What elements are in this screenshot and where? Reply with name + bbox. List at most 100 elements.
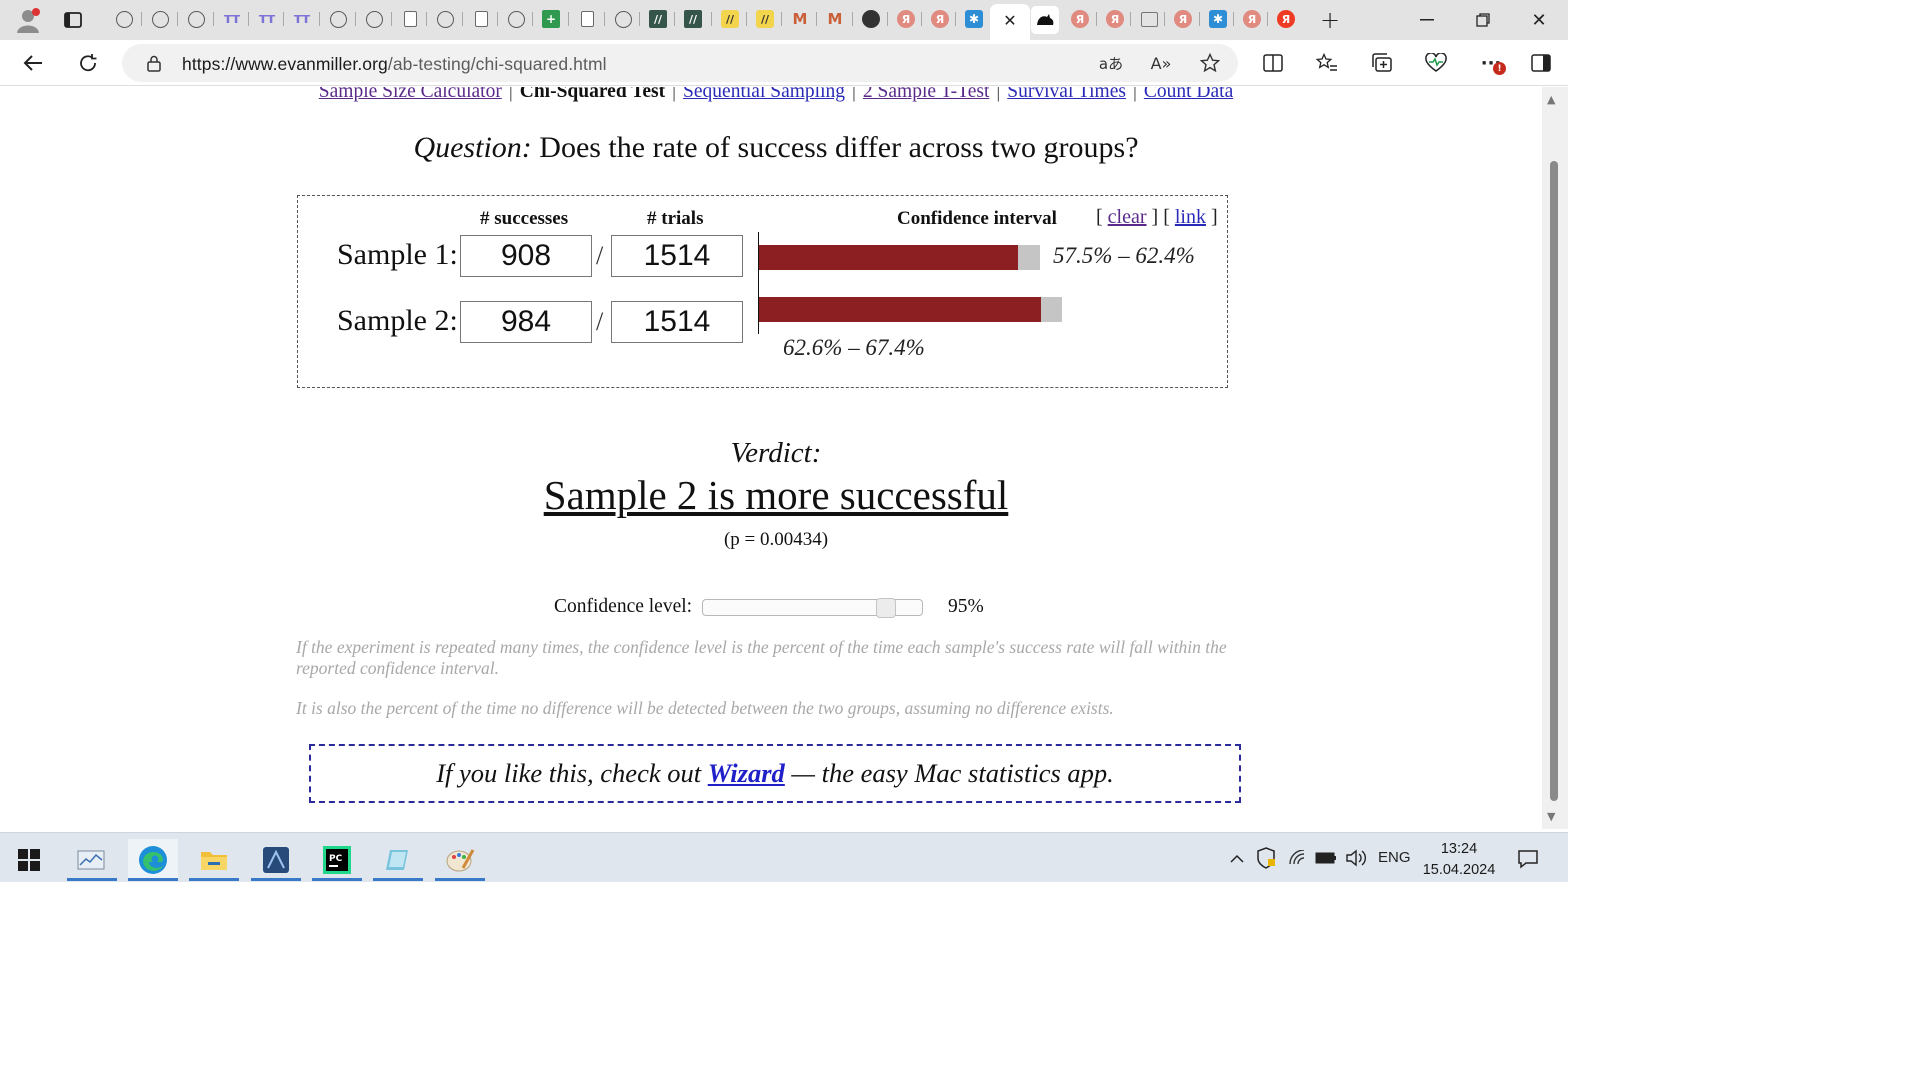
nav-2-sample-t-test[interactable]: 2 Sample T-Test: [863, 87, 989, 102]
slider-handle[interactable]: [876, 598, 896, 618]
tab-purple-3[interactable]: ᴛᴛ: [283, 6, 315, 32]
tab-openai-6[interactable]: [426, 6, 458, 32]
running-indicator: [189, 878, 239, 881]
nav-survival-times[interactable]: Survival Times: [1007, 87, 1126, 102]
notification-center-button[interactable]: [1510, 845, 1546, 873]
tab-openai-5[interactable]: [355, 6, 387, 32]
battery-tray-button[interactable]: [1314, 847, 1338, 869]
close-tab-button[interactable]: ✕: [1000, 10, 1020, 30]
sample-2-successes-input[interactable]: 984: [460, 301, 592, 343]
tab-openai-2[interactable]: [141, 6, 173, 32]
minimize-button[interactable]: [1410, 8, 1444, 32]
vertical-scrollbar[interactable]: ▲ ▼: [1542, 87, 1568, 829]
show-hidden-icons-button[interactable]: [1226, 847, 1248, 869]
collections-button[interactable]: [1368, 50, 1396, 76]
nav-sequential-sampling[interactable]: Sequential Sampling: [683, 87, 845, 102]
scroll-up-arrow-icon[interactable]: ▲: [1547, 93, 1555, 106]
volume-tray-button[interactable]: [1344, 847, 1368, 869]
tab-yellow-2[interactable]: //: [746, 6, 778, 32]
tab-dark-2[interactable]: //: [674, 6, 706, 32]
confidence-level-slider[interactable]: [702, 598, 923, 618]
nav-sample-size[interactable]: Sample Size Calculator: [319, 87, 502, 102]
tab-doc-2[interactable]: [462, 6, 494, 32]
profile-avatar[interactable]: [14, 6, 42, 34]
lock-icon[interactable]: [144, 53, 164, 73]
close-window-button[interactable]: ✕: [1522, 8, 1556, 32]
performance-button[interactable]: [1422, 50, 1450, 76]
translate-icon: aあ: [1098, 54, 1124, 73]
sample-1-slash: /: [596, 241, 604, 270]
tab-yandex-1[interactable]: Я: [887, 6, 919, 32]
tab-purple-2[interactable]: ᴛᴛ: [248, 6, 280, 32]
back-button[interactable]: [18, 49, 48, 77]
ci-actions: [ clear ] [ link ]: [1096, 206, 1218, 229]
wifi-tray-button[interactable]: [1286, 847, 1310, 869]
restore-button[interactable]: [1466, 8, 1500, 32]
calculator-panel: # successes # trials Confidence interval…: [297, 195, 1228, 388]
tab-doc-3[interactable]: [568, 6, 600, 32]
split-screen-button[interactable]: [1259, 50, 1287, 76]
scrollbar-thumb[interactable]: [1550, 161, 1558, 801]
taskbar-clock[interactable]: 13:24 15.04.2024: [1404, 839, 1514, 881]
sample-1-successes-input[interactable]: 908: [460, 235, 592, 277]
successes-header: # successes: [480, 208, 569, 229]
tab-yandex-3[interactable]: Я: [1067, 6, 1093, 32]
new-tab-button[interactable]: +: [1316, 6, 1344, 34]
refresh-button[interactable]: [73, 49, 103, 77]
tab-purple-1[interactable]: ᴛᴛ: [213, 6, 245, 32]
sample-2-trials-input[interactable]: 1514: [611, 301, 743, 343]
tab-mail-2[interactable]: M: [816, 6, 848, 32]
tab-current-favicon[interactable]: [1031, 6, 1059, 34]
nav-separator: |: [996, 87, 1001, 102]
top-navigation: Sample Size Calculator | Chi-Squared Test |…: [6, 87, 1538, 103]
tab-doc-1[interactable]: [391, 6, 423, 32]
tab-yandex-4[interactable]: Я: [1096, 6, 1128, 32]
taskbar-file-explorer[interactable]: [189, 839, 239, 881]
start-button[interactable]: [4, 839, 54, 881]
settings-menu-button[interactable]: ··· !: [1476, 50, 1506, 76]
favorites-button[interactable]: [1313, 50, 1341, 76]
tab-openai-1[interactable]: [111, 6, 137, 32]
permalink-link[interactable]: link: [1175, 206, 1206, 228]
taskbar-app-blue[interactable]: [251, 839, 301, 881]
tab-openai-4[interactable]: [319, 6, 351, 32]
url-text[interactable]: https://www.evanmiller.org/ab-testing/ch…: [182, 54, 607, 75]
taskbar-edge[interactable]: [128, 839, 178, 881]
tab-yandex-5[interactable]: Я: [1164, 6, 1196, 32]
tab-yellow-1[interactable]: //: [711, 6, 743, 32]
tab-yandex-6[interactable]: Я: [1233, 6, 1265, 32]
translate-button[interactable]: aあ: [1098, 52, 1124, 74]
tab-openai-7[interactable]: [497, 6, 529, 32]
tab-grid[interactable]: [1130, 6, 1162, 32]
p-value: (p = 0.00434): [723, 529, 829, 550]
sidebar-toggle-button[interactable]: [1527, 50, 1555, 76]
windows-logo-icon: [18, 849, 40, 871]
tab-dark-1[interactable]: //: [639, 6, 671, 32]
read-aloud-button[interactable]: A»: [1148, 52, 1174, 74]
tab-yandex-7[interactable]: Я: [1267, 6, 1299, 32]
tab-sheets[interactable]: +: [532, 6, 564, 32]
tab-openai-3[interactable]: [177, 6, 209, 32]
tab-mail-1[interactable]: M: [781, 6, 813, 32]
sample-1-trials-input[interactable]: 1514: [611, 235, 743, 277]
task-manager-icon: [77, 850, 105, 870]
tab-active[interactable]: ✕: [990, 4, 1030, 40]
tab-github[interactable]: [852, 6, 884, 32]
tab-openai-8[interactable]: [604, 6, 636, 32]
taskbar-notes-app[interactable]: [373, 839, 423, 881]
tab-yandex-2[interactable]: Я: [921, 6, 953, 32]
wizard-link[interactable]: Wizard: [708, 758, 785, 788]
tab-actions-button[interactable]: [60, 8, 86, 32]
sidebar-icon: [1531, 54, 1551, 72]
nav-count-data[interactable]: Count Data: [1144, 87, 1233, 102]
taskbar-task-manager[interactable]: [67, 839, 117, 881]
tab-blue-1[interactable]: ✱: [955, 6, 987, 32]
scroll-down-arrow-icon[interactable]: ▼: [1547, 810, 1555, 823]
security-tray-button[interactable]: [1254, 846, 1278, 870]
taskbar-pycharm[interactable]: PC: [312, 839, 362, 881]
tab-blue-2[interactable]: ✱: [1199, 6, 1231, 32]
favorite-star-button[interactable]: [1197, 51, 1223, 75]
url-field[interactable]: https://www.evanmiller.org/ab-testing/ch…: [122, 44, 1238, 82]
clear-link[interactable]: clear: [1108, 206, 1147, 228]
taskbar-paint[interactable]: [435, 839, 485, 881]
